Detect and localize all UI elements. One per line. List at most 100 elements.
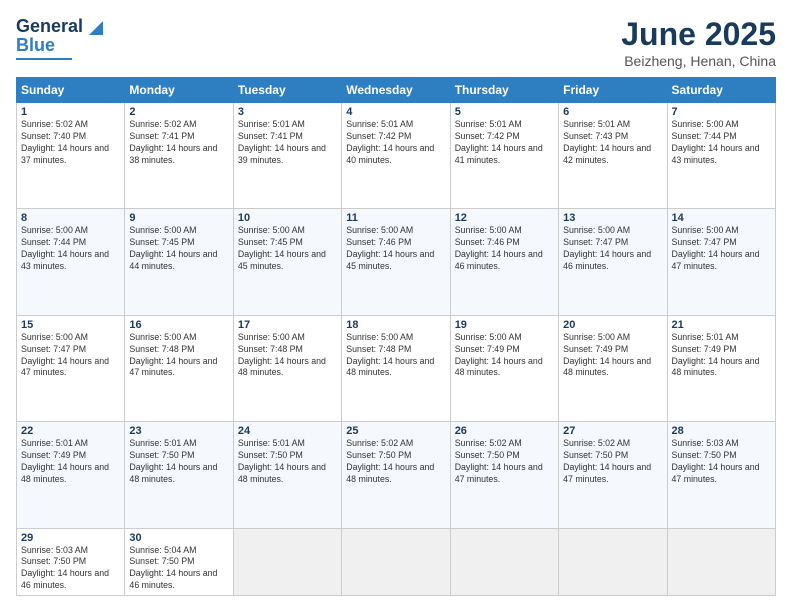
header-sunday: Sunday <box>17 78 125 103</box>
day-info: Sunrise: 5:00 AM Sunset: 7:47 PM Dayligh… <box>672 225 771 273</box>
table-row: 19 Sunrise: 5:00 AM Sunset: 7:49 PM Dayl… <box>450 315 558 421</box>
page: General Blue June 2025 Beizheng, Henan, … <box>0 0 792 612</box>
table-row: 7 Sunrise: 5:00 AM Sunset: 7:44 PM Dayli… <box>667 103 775 209</box>
day-info: Sunrise: 5:02 AM Sunset: 7:50 PM Dayligh… <box>563 438 662 486</box>
day-number: 7 <box>672 106 771 118</box>
table-row: 16 Sunrise: 5:00 AM Sunset: 7:48 PM Dayl… <box>125 315 233 421</box>
day-info: Sunrise: 5:01 AM Sunset: 7:42 PM Dayligh… <box>346 119 445 167</box>
day-number: 9 <box>129 212 228 224</box>
day-info: Sunrise: 5:00 AM Sunset: 7:48 PM Dayligh… <box>238 332 337 380</box>
table-row: 26 Sunrise: 5:02 AM Sunset: 7:50 PM Dayl… <box>450 422 558 528</box>
day-number: 24 <box>238 425 337 437</box>
calendar-table: Sunday Monday Tuesday Wednesday Thursday… <box>16 77 776 596</box>
day-info: Sunrise: 5:03 AM Sunset: 7:50 PM Dayligh… <box>21 545 120 593</box>
table-row: 3 Sunrise: 5:01 AM Sunset: 7:41 PM Dayli… <box>233 103 341 209</box>
day-number: 1 <box>21 106 120 118</box>
table-row: 12 Sunrise: 5:00 AM Sunset: 7:46 PM Dayl… <box>450 209 558 315</box>
table-row: 25 Sunrise: 5:02 AM Sunset: 7:50 PM Dayl… <box>342 422 450 528</box>
header-saturday: Saturday <box>667 78 775 103</box>
day-info: Sunrise: 5:02 AM Sunset: 7:40 PM Dayligh… <box>21 119 120 167</box>
table-row: 22 Sunrise: 5:01 AM Sunset: 7:49 PM Dayl… <box>17 422 125 528</box>
table-row: 6 Sunrise: 5:01 AM Sunset: 7:43 PM Dayli… <box>559 103 667 209</box>
table-row: 30 Sunrise: 5:04 AM Sunset: 7:50 PM Dayl… <box>125 528 233 596</box>
day-info: Sunrise: 5:00 AM Sunset: 7:45 PM Dayligh… <box>129 225 228 273</box>
table-row <box>450 528 558 596</box>
table-row: 28 Sunrise: 5:03 AM Sunset: 7:50 PM Dayl… <box>667 422 775 528</box>
day-info: Sunrise: 5:02 AM Sunset: 7:50 PM Dayligh… <box>455 438 554 486</box>
table-row: 14 Sunrise: 5:00 AM Sunset: 7:47 PM Dayl… <box>667 209 775 315</box>
day-number: 2 <box>129 106 228 118</box>
day-info: Sunrise: 5:02 AM Sunset: 7:41 PM Dayligh… <box>129 119 228 167</box>
day-number: 16 <box>129 319 228 331</box>
table-row: 5 Sunrise: 5:01 AM Sunset: 7:42 PM Dayli… <box>450 103 558 209</box>
header-thursday: Thursday <box>450 78 558 103</box>
day-number: 18 <box>346 319 445 331</box>
day-info: Sunrise: 5:01 AM Sunset: 7:50 PM Dayligh… <box>238 438 337 486</box>
day-number: 12 <box>455 212 554 224</box>
day-number: 4 <box>346 106 445 118</box>
day-number: 20 <box>563 319 662 331</box>
day-info: Sunrise: 5:03 AM Sunset: 7:50 PM Dayligh… <box>672 438 771 486</box>
table-row <box>233 528 341 596</box>
day-number: 25 <box>346 425 445 437</box>
day-number: 6 <box>563 106 662 118</box>
day-info: Sunrise: 5:00 AM Sunset: 7:48 PM Dayligh… <box>346 332 445 380</box>
logo-blue: Blue <box>16 35 55 56</box>
table-row: 17 Sunrise: 5:00 AM Sunset: 7:48 PM Dayl… <box>233 315 341 421</box>
day-number: 30 <box>129 532 228 544</box>
day-info: Sunrise: 5:00 AM Sunset: 7:48 PM Dayligh… <box>129 332 228 380</box>
day-number: 14 <box>672 212 771 224</box>
header-tuesday: Tuesday <box>233 78 341 103</box>
day-number: 5 <box>455 106 554 118</box>
logo-triangle-icon <box>85 17 107 37</box>
table-row: 11 Sunrise: 5:00 AM Sunset: 7:46 PM Dayl… <box>342 209 450 315</box>
day-number: 22 <box>21 425 120 437</box>
logo-underline <box>16 58 72 60</box>
table-row <box>667 528 775 596</box>
day-info: Sunrise: 5:01 AM Sunset: 7:49 PM Dayligh… <box>672 332 771 380</box>
day-info: Sunrise: 5:01 AM Sunset: 7:49 PM Dayligh… <box>21 438 120 486</box>
header-friday: Friday <box>559 78 667 103</box>
day-number: 23 <box>129 425 228 437</box>
table-row: 18 Sunrise: 5:00 AM Sunset: 7:48 PM Dayl… <box>342 315 450 421</box>
day-info: Sunrise: 5:02 AM Sunset: 7:50 PM Dayligh… <box>346 438 445 486</box>
day-number: 21 <box>672 319 771 331</box>
table-row: 24 Sunrise: 5:01 AM Sunset: 7:50 PM Dayl… <box>233 422 341 528</box>
day-info: Sunrise: 5:00 AM Sunset: 7:44 PM Dayligh… <box>672 119 771 167</box>
weekday-header-row: Sunday Monday Tuesday Wednesday Thursday… <box>17 78 776 103</box>
table-row: 15 Sunrise: 5:00 AM Sunset: 7:47 PM Dayl… <box>17 315 125 421</box>
day-number: 15 <box>21 319 120 331</box>
table-row: 20 Sunrise: 5:00 AM Sunset: 7:49 PM Dayl… <box>559 315 667 421</box>
day-number: 8 <box>21 212 120 224</box>
day-info: Sunrise: 5:01 AM Sunset: 7:43 PM Dayligh… <box>563 119 662 167</box>
table-row: 4 Sunrise: 5:01 AM Sunset: 7:42 PM Dayli… <box>342 103 450 209</box>
day-number: 3 <box>238 106 337 118</box>
day-info: Sunrise: 5:00 AM Sunset: 7:47 PM Dayligh… <box>21 332 120 380</box>
day-number: 10 <box>238 212 337 224</box>
table-row: 13 Sunrise: 5:00 AM Sunset: 7:47 PM Dayl… <box>559 209 667 315</box>
table-row <box>342 528 450 596</box>
day-info: Sunrise: 5:00 AM Sunset: 7:46 PM Dayligh… <box>346 225 445 273</box>
day-info: Sunrise: 5:00 AM Sunset: 7:45 PM Dayligh… <box>238 225 337 273</box>
day-info: Sunrise: 5:00 AM Sunset: 7:47 PM Dayligh… <box>563 225 662 273</box>
header-monday: Monday <box>125 78 233 103</box>
logo-general: General <box>16 16 83 37</box>
table-row: 21 Sunrise: 5:01 AM Sunset: 7:49 PM Dayl… <box>667 315 775 421</box>
day-number: 28 <box>672 425 771 437</box>
table-row: 8 Sunrise: 5:00 AM Sunset: 7:44 PM Dayli… <box>17 209 125 315</box>
calendar-subtitle: Beizheng, Henan, China <box>621 53 776 69</box>
day-number: 11 <box>346 212 445 224</box>
header-wednesday: Wednesday <box>342 78 450 103</box>
day-number: 26 <box>455 425 554 437</box>
table-row: 27 Sunrise: 5:02 AM Sunset: 7:50 PM Dayl… <box>559 422 667 528</box>
table-row: 29 Sunrise: 5:03 AM Sunset: 7:50 PM Dayl… <box>17 528 125 596</box>
header: General Blue June 2025 Beizheng, Henan, … <box>16 16 776 69</box>
day-info: Sunrise: 5:00 AM Sunset: 7:49 PM Dayligh… <box>563 332 662 380</box>
day-number: 13 <box>563 212 662 224</box>
table-row <box>559 528 667 596</box>
table-row: 9 Sunrise: 5:00 AM Sunset: 7:45 PM Dayli… <box>125 209 233 315</box>
day-info: Sunrise: 5:00 AM Sunset: 7:46 PM Dayligh… <box>455 225 554 273</box>
day-number: 19 <box>455 319 554 331</box>
day-info: Sunrise: 5:01 AM Sunset: 7:41 PM Dayligh… <box>238 119 337 167</box>
table-row: 10 Sunrise: 5:00 AM Sunset: 7:45 PM Dayl… <box>233 209 341 315</box>
